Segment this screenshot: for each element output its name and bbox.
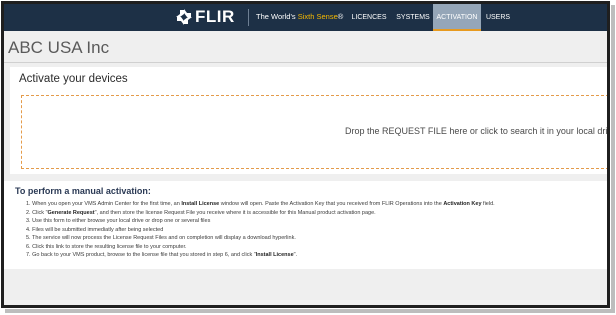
nav-activation[interactable]: ACTIVATION — [433, 4, 481, 31]
tagline-prefix: The World's — [256, 12, 298, 21]
tagline: The World's Sixth Sense® — [256, 12, 343, 21]
instruction-step: 2. Click "Generate Request", and then st… — [26, 209, 376, 216]
instruction-step: 1. When you open your VMS Admin Center f… — [26, 201, 495, 207]
window-shadow-right — [611, 5, 615, 311]
file-dropzone[interactable]: Drop the REQUEST FILE here or click to s… — [21, 95, 610, 169]
instructions-heading: To perform a manual activation: — [15, 186, 151, 196]
dropzone-text: Drop the REQUEST FILE here or click to s… — [345, 126, 610, 136]
instruction-step: 5. The service will now process the Lice… — [26, 235, 296, 241]
nav-systems[interactable]: SYSTEMS — [393, 4, 433, 31]
instruction-step: 6. Click this link to store the resultin… — [26, 243, 187, 250]
instructions-panel: To perform a manual activation: 1. When … — [4, 181, 607, 269]
title-divider — [4, 62, 607, 63]
browser-window: FLIR The World's Sixth Sense® LICENCES S… — [1, 1, 610, 308]
activate-panel: Activate your devices Drop the REQUEST F… — [10, 67, 607, 174]
logo-divider — [248, 9, 249, 26]
instructions-list: 1. When you open your VMS Admin Center f… — [26, 200, 606, 260]
instruction-step: 4. Files will be submitted immediatly af… — [26, 226, 164, 233]
page-title: ABC USA Inc — [8, 38, 110, 57]
window-shadow-bottom — [5, 309, 615, 313]
top-navbar: FLIR The World's Sixth Sense® LICENCES S… — [4, 4, 607, 31]
nav-users[interactable]: USERS — [484, 4, 512, 31]
instruction-step: 7. Go back to your VMS product, browse t… — [26, 252, 298, 258]
tagline-suffix: ® — [337, 12, 344, 21]
logo-wordmark: FLIR — [195, 7, 235, 26]
instruction-step: 3. Use this form to either browse your l… — [26, 218, 211, 224]
tagline-accent: Sixth Sense — [297, 12, 338, 21]
nav-licences[interactable]: LICENCES — [348, 4, 390, 31]
flir-logo[interactable]: FLIR — [175, 7, 235, 27]
activate-heading: Activate your devices — [19, 73, 128, 85]
flir-emblem-icon — [175, 8, 193, 26]
